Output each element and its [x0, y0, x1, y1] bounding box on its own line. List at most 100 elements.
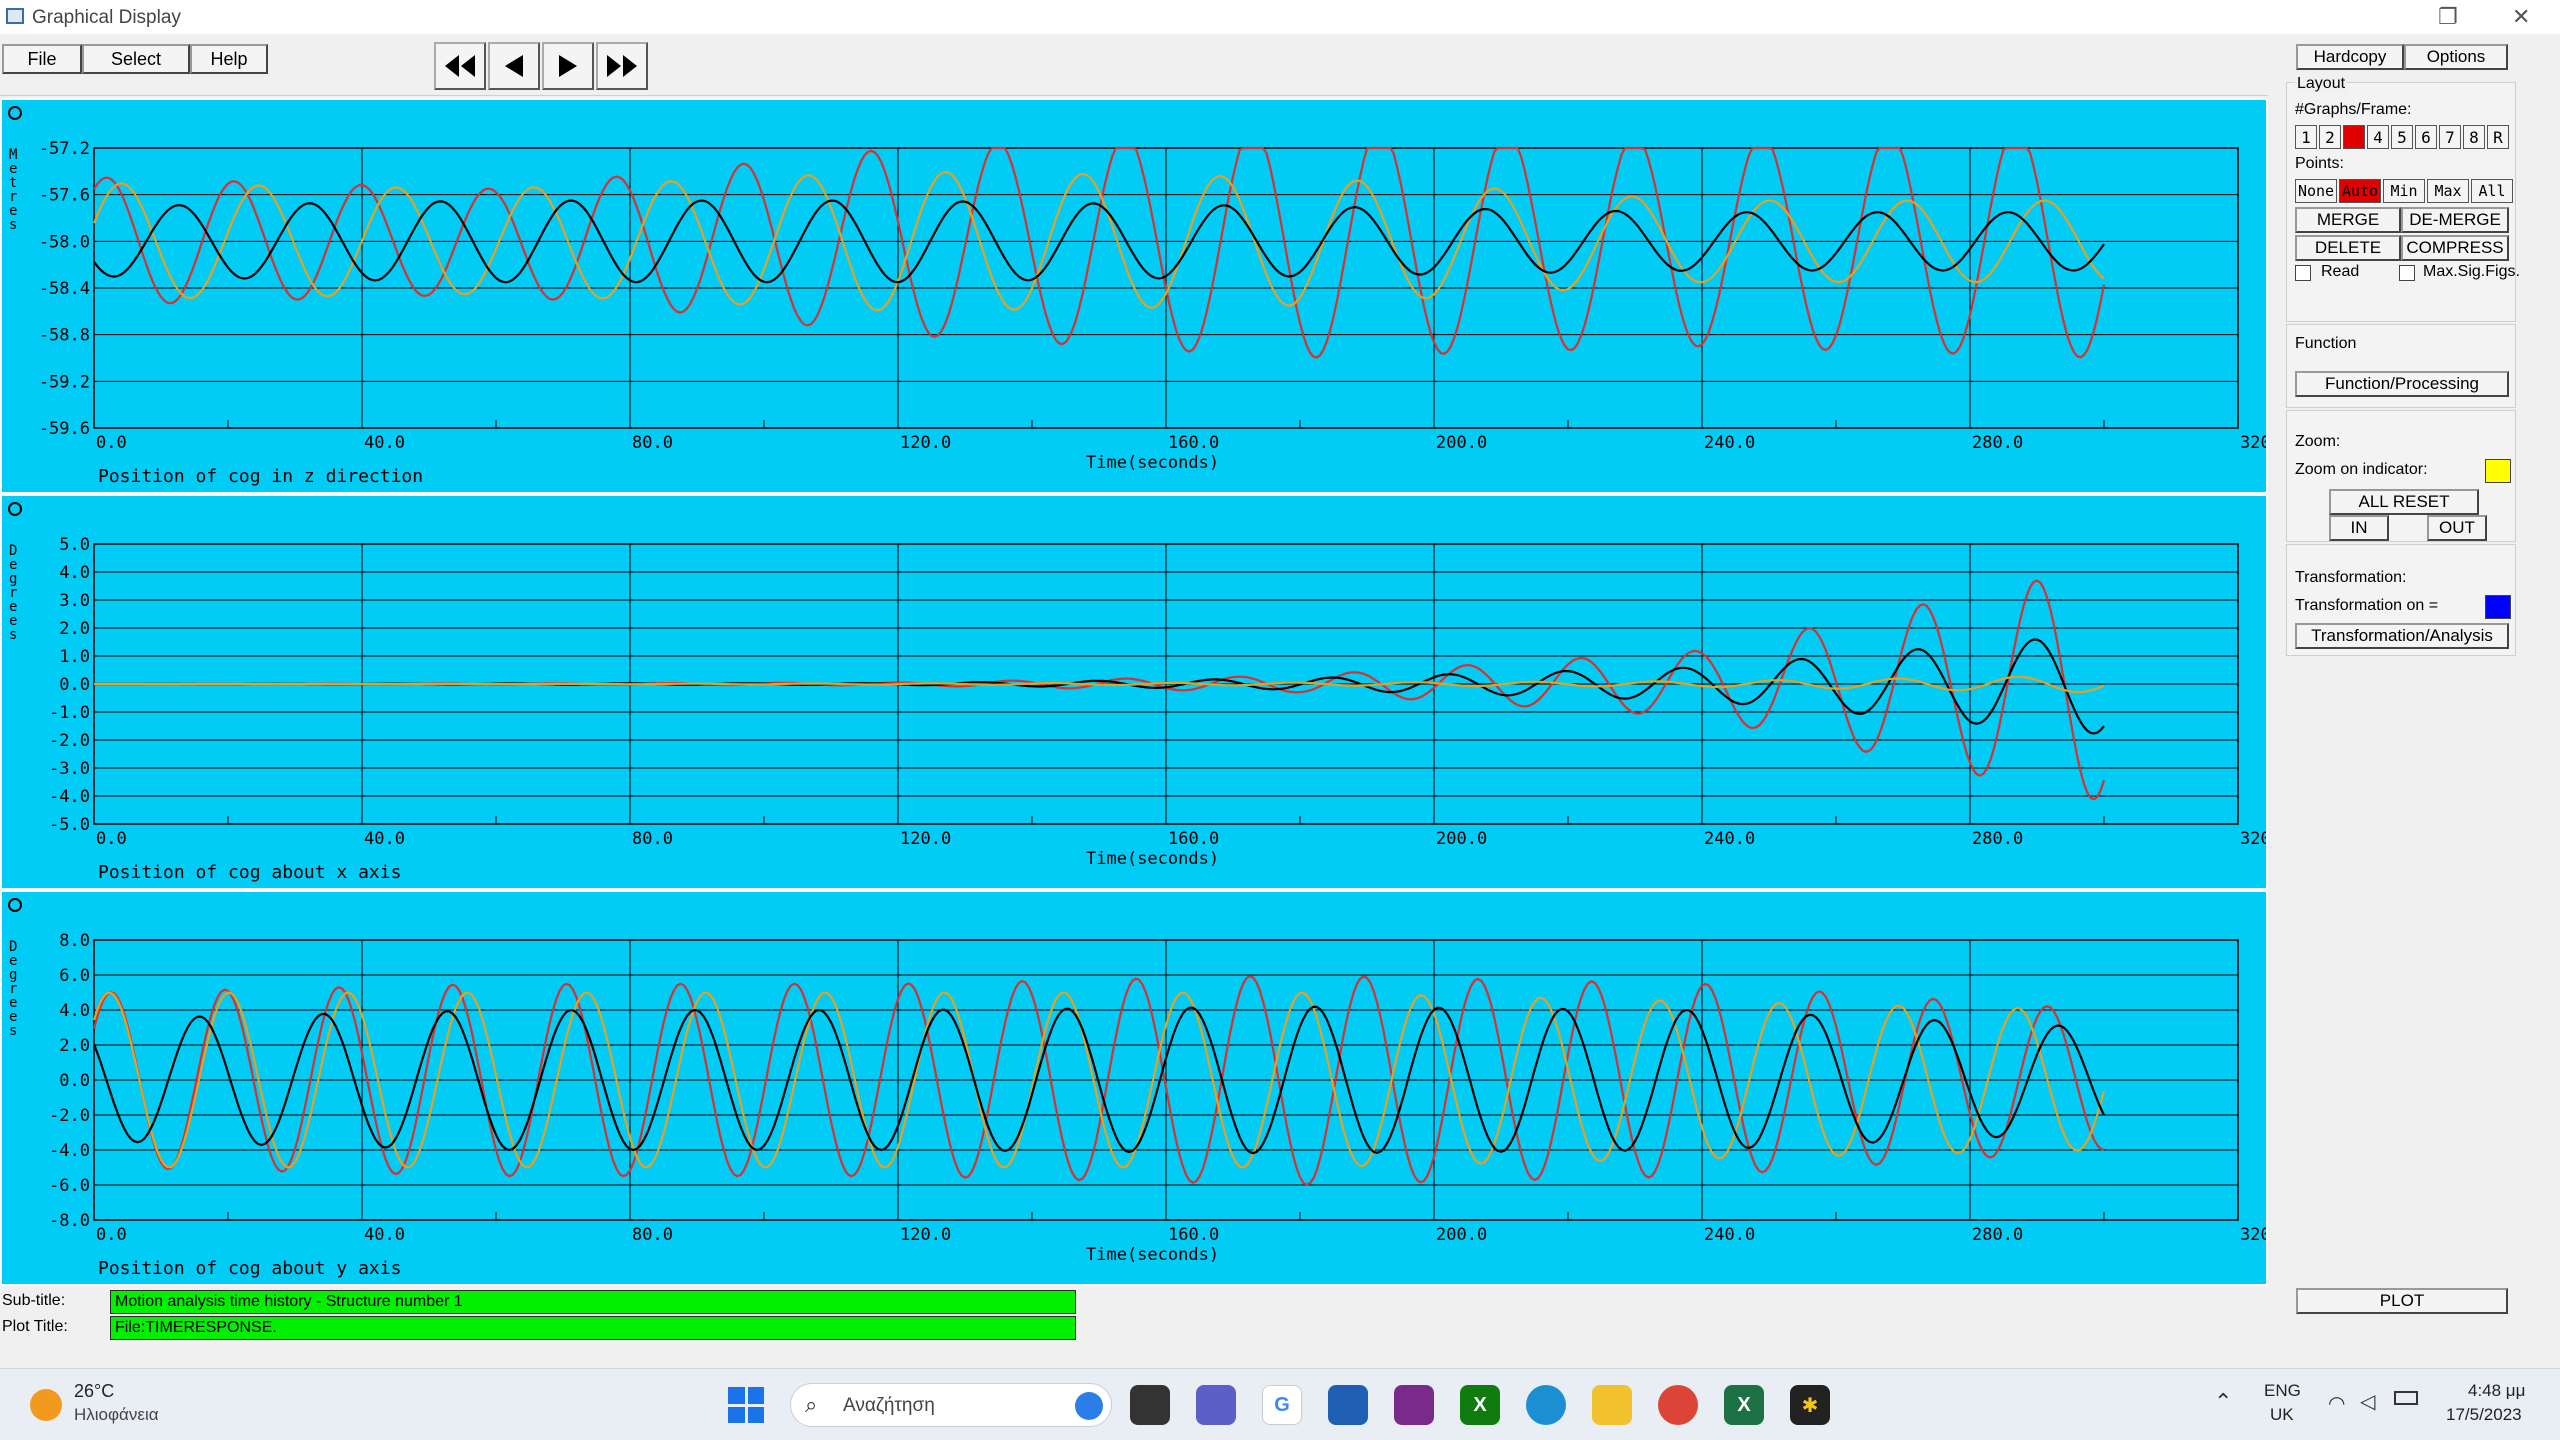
excel-icon[interactable]: X — [1724, 1385, 1764, 1425]
rewind-button[interactable] — [434, 42, 486, 90]
y-tick-label: 1.0 — [59, 647, 90, 667]
graphs-4-button[interactable]: 4 — [2367, 125, 2389, 149]
search-box[interactable]: ⌕ Αναζήτηση — [790, 1383, 1112, 1427]
points-label: Points: — [2295, 155, 2344, 172]
points-none-button[interactable]: None — [2295, 179, 2337, 203]
options-button[interactable]: Options — [2404, 44, 2508, 70]
y-tick-label: 0.0 — [59, 1071, 90, 1091]
series-line-1 — [94, 638, 2105, 735]
plottitle-field[interactable]: File:TIMERESPONSE. — [110, 1316, 1076, 1340]
clock-time[interactable]: 4:48 μμ — [2468, 1381, 2525, 1401]
back-icon — [505, 55, 523, 77]
transformation-analysis-button[interactable]: Transformation/Analysis — [2295, 623, 2509, 649]
points-min-button[interactable]: Min — [2383, 179, 2425, 203]
graphs-5-button[interactable]: 5 — [2391, 125, 2413, 149]
points-auto-button[interactable]: Auto — [2339, 179, 2381, 203]
x-tick-label: 200.0 — [1436, 1225, 1487, 1245]
sun-icon[interactable] — [30, 1389, 62, 1421]
weather-temp[interactable]: 26°C — [74, 1381, 114, 1402]
merge-button[interactable]: MERGE — [2295, 207, 2401, 233]
store-icon[interactable] — [1328, 1385, 1368, 1425]
x-axis-label: Time(seconds) — [1086, 849, 1219, 869]
x-tick-label: 200.0 — [1436, 433, 1487, 453]
graphs-3-button[interactable]: 3 — [2343, 125, 2365, 149]
chat-icon[interactable] — [1196, 1385, 1236, 1425]
compress-button[interactable]: COMPRESS — [2401, 235, 2509, 261]
transformation-swatch[interactable] — [2485, 595, 2511, 619]
zoom-out-button[interactable]: OUT — [2427, 515, 2487, 541]
zoom-indicator-swatch[interactable] — [2485, 459, 2511, 483]
lang-top[interactable]: ENG — [2264, 1381, 2301, 1401]
fast-forward-button[interactable] — [596, 42, 648, 90]
series-line-0 — [93, 146, 2106, 359]
edge-icon[interactable] — [1526, 1385, 1566, 1425]
chart-panel-y[interactable]: Degrees 8.0 6.0 4.0 2.0 0.0 -2.0 -4.0 -6.0 -8.0 0… — [0, 890, 2268, 1286]
graphs-6-button[interactable]: 6 — [2415, 125, 2437, 149]
max-sig-figs-checkbox[interactable] — [2399, 265, 2415, 281]
restore-icon[interactable]: ❐ — [2438, 4, 2458, 30]
graphs-1-button[interactable]: 1 — [2295, 125, 2317, 149]
plot-button[interactable]: PLOT — [2296, 1288, 2508, 1314]
zoom-in-button[interactable]: IN — [2329, 515, 2389, 541]
y-tick-label: 2.0 — [59, 619, 90, 639]
graphs-7-button[interactable]: 7 — [2439, 125, 2461, 149]
menu-file[interactable]: File — [2, 44, 82, 74]
points-all-button[interactable]: All — [2471, 179, 2513, 203]
function-processing-button[interactable]: Function/Processing — [2295, 371, 2509, 397]
wifi-icon[interactable]: ◠ — [2328, 1391, 2345, 1416]
graphs-8-button[interactable]: 8 — [2463, 125, 2485, 149]
chart-title: Position of cog about x axis — [98, 862, 402, 883]
control-panel: Hardcopy Options Layout #Graphs/Frame: 1… — [2268, 34, 2560, 1364]
zoom-all-reset-button[interactable]: ALL RESET — [2329, 489, 2479, 515]
x-tick-label: 0.0 — [96, 829, 127, 849]
app-icon — [6, 8, 24, 24]
menu-help[interactable]: Help — [190, 44, 268, 74]
close-icon[interactable]: ✕ — [2512, 4, 2530, 30]
chrome-icon[interactable] — [1658, 1385, 1698, 1425]
xbox-icon[interactable]: X — [1460, 1385, 1500, 1425]
active-app-icon[interactable]: ✱ — [1790, 1385, 1830, 1425]
y-tick-label: -58.8 — [39, 326, 90, 346]
demerge-button[interactable]: DE-MERGE — [2401, 207, 2509, 233]
clock-date[interactable]: 17/5/2023 — [2446, 1405, 2522, 1425]
app-icon-purple[interactable] — [1394, 1385, 1434, 1425]
folder-icon[interactable] — [1592, 1385, 1632, 1425]
y-tick-label: 0.0 — [59, 675, 90, 695]
chart-about-x-axis: 5.0 4.0 3.0 2.0 1.0 0.0 -1.0 -2.0 -3.0 -4.0 -5.0 0.… — [49, 535, 2266, 869]
subtitle-field[interactable]: Motion analysis time history - Structure… — [110, 1290, 1076, 1314]
points-max-button[interactable]: Max — [2427, 179, 2469, 203]
task-view-icon[interactable] — [1130, 1385, 1170, 1425]
start-icon[interactable] — [728, 1387, 764, 1423]
x-tick-label: 40.0 — [364, 829, 405, 849]
y-tick-label: 4.0 — [59, 1001, 90, 1021]
x-tick-label: 40.0 — [364, 1225, 405, 1245]
chart-z-direction: -57.2 -57.6 -58.0 -58.4 -58.8 -59.2 -59.6 0.0 40… — [39, 139, 2266, 473]
read-checkbox[interactable] — [2295, 265, 2311, 281]
graphs-R-button[interactable]: R — [2487, 125, 2509, 149]
x-tick-label: 280.0 — [1972, 1225, 2023, 1245]
x-tick-label: 0.0 — [96, 433, 127, 453]
lang-bottom[interactable]: UK — [2270, 1405, 2294, 1425]
menu-select[interactable]: Select — [82, 44, 190, 74]
volume-icon[interactable]: ◁ — [2360, 1389, 2375, 1414]
chevron-up-icon[interactable]: ⌃ — [2214, 1389, 2232, 1415]
delete-button[interactable]: DELETE — [2295, 235, 2401, 261]
hardcopy-button[interactable]: Hardcopy — [2296, 44, 2404, 70]
title-fields: Sub-title: Motion analysis time history … — [0, 1286, 1100, 1346]
chart-panel-x[interactable]: Degrees 5.0 4.0 3.0 2.0 1.0 0.0 -1.0 -2.0 -3.0 -4… — [0, 494, 2268, 890]
x-tick-label: 160.0 — [1168, 829, 1219, 849]
graphs-2-button[interactable]: 2 — [2319, 125, 2341, 149]
chart-panel-z[interactable]: Metres -57.2 -57.6 -58.0 -58.4 -58.8 -59.2 -59… — [0, 98, 2268, 494]
x-tick-label: 240.0 — [1704, 1225, 1755, 1245]
back-button[interactable] — [488, 42, 540, 90]
x-tick-label: 240.0 — [1704, 433, 1755, 453]
x-tick-label: 120.0 — [900, 829, 951, 849]
fast-forward-icon — [607, 55, 637, 77]
google-icon[interactable]: G — [1262, 1385, 1302, 1425]
weather-desc[interactable]: Ηλιοφάνεια — [74, 1405, 159, 1425]
y-tick-label: -58.0 — [39, 232, 90, 252]
menu-bar: File Select Help — [0, 34, 2560, 96]
play-button[interactable] — [542, 42, 594, 90]
bing-icon[interactable] — [1075, 1392, 1103, 1420]
battery-icon[interactable] — [2394, 1391, 2418, 1405]
